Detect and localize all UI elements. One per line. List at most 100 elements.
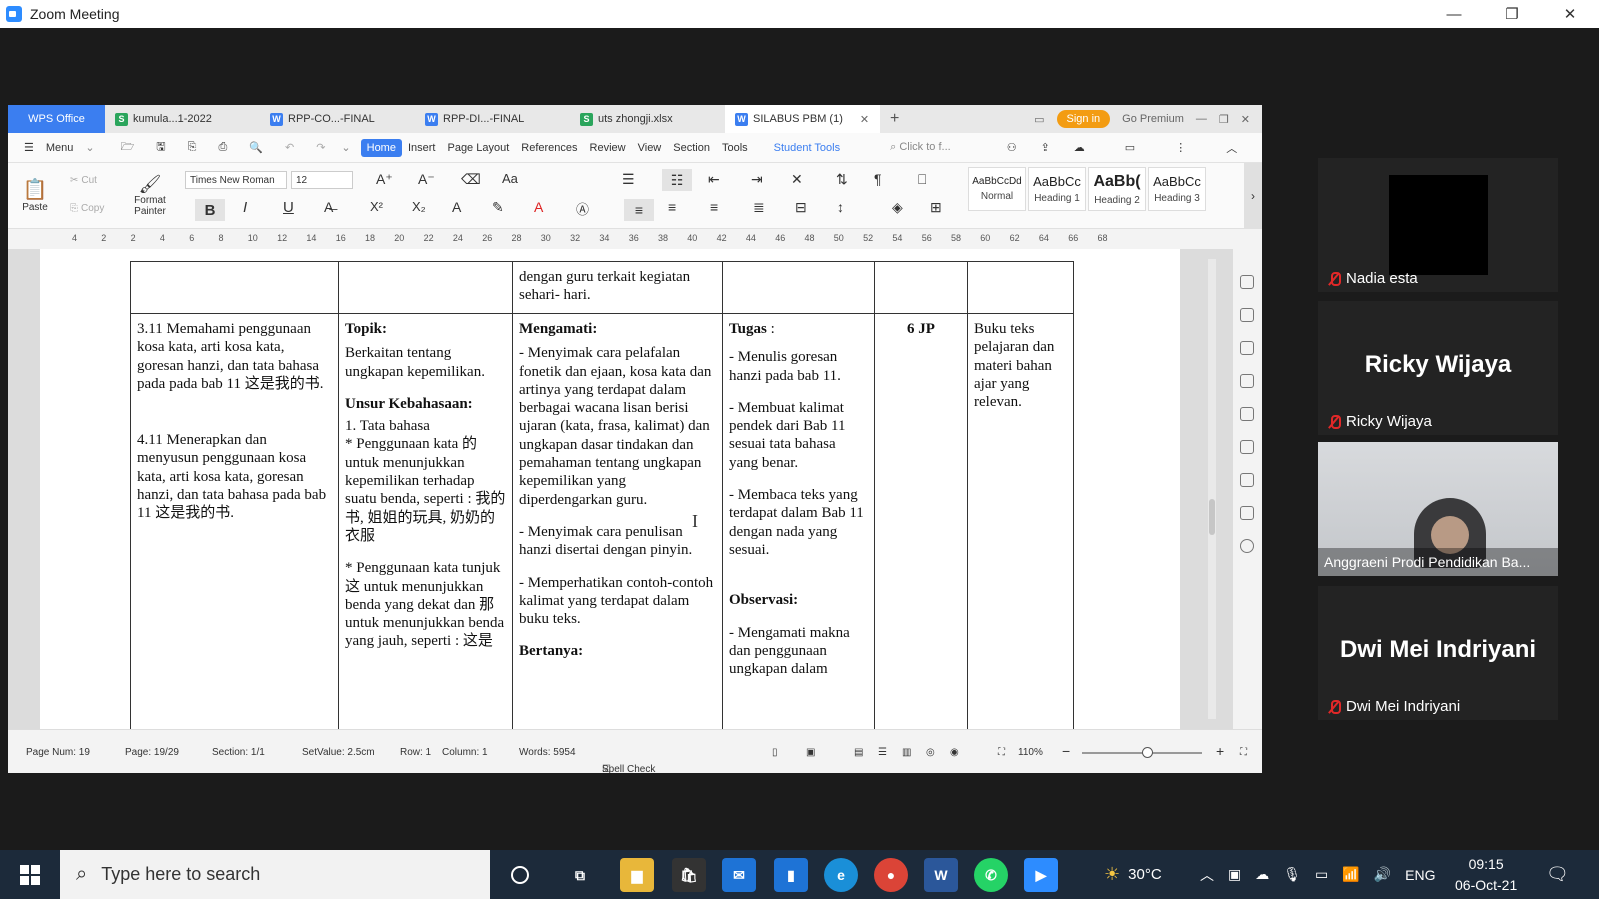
highlight-icon[interactable]: ✎ xyxy=(492,199,504,216)
print-icon[interactable]: ⎙ xyxy=(212,141,233,154)
save-icon[interactable]: 🖫 xyxy=(150,138,171,157)
wps-office-tab[interactable]: WPS Office xyxy=(8,105,105,133)
subscript-button[interactable]: X₂ xyxy=(412,199,426,214)
lock-icon[interactable] xyxy=(1240,341,1254,355)
change-case-icon[interactable]: Aa xyxy=(502,171,518,186)
protect-icon[interactable]: ▣ xyxy=(806,747,815,758)
bullets-icon[interactable]: ☰ xyxy=(622,171,635,188)
list-icon[interactable] xyxy=(1240,506,1254,520)
menu-review[interactable]: Review xyxy=(584,142,632,154)
pen-icon[interactable] xyxy=(1240,275,1254,289)
layout-icon[interactable]: ▭ xyxy=(1034,113,1044,126)
table-cell[interactable] xyxy=(967,261,1074,314)
table-cell[interactable]: 3.11 Memahami penggunaan kosa kata, arti… xyxy=(130,313,339,729)
doc-tab[interactable]: Suts zhongji.xlsx xyxy=(570,105,725,133)
notifications-icon[interactable]: 🗨 xyxy=(1546,850,1569,899)
customize-icon[interactable]: ⌄ xyxy=(335,141,356,154)
table-cell[interactable]: Mengamati: - Menyimak cara pelafalan fon… xyxy=(512,313,723,729)
font-name-select[interactable]: Times New Roman xyxy=(185,171,287,189)
participant-tile[interactable]: Nadia esta xyxy=(1318,158,1558,292)
underline-button[interactable]: U xyxy=(283,199,294,216)
chevron-up-icon[interactable]: ︿ xyxy=(1200,865,1214,885)
grow-font-icon[interactable]: A⁺ xyxy=(376,171,393,188)
clock[interactable]: 09:15 06-Oct-21 xyxy=(1455,850,1517,899)
new-tab-button[interactable]: + xyxy=(880,105,909,133)
close-icon[interactable]: ✕ xyxy=(1241,113,1250,126)
menu-insert[interactable]: Insert xyxy=(402,142,442,154)
menu-references[interactable]: References xyxy=(515,142,583,154)
table-cell[interactable] xyxy=(722,261,875,314)
eye-icon[interactable]: ◉ xyxy=(950,747,959,758)
table-cell[interactable]: dengan guru terkait kegiatan sehari- har… xyxy=(512,261,723,314)
meet-icon[interactable]: ▣ xyxy=(1228,866,1241,883)
participant-tile[interactable]: Dwi Mei Indriyani Dwi Mei Indriyani xyxy=(1318,586,1558,720)
strikethrough-button[interactable]: A̶ xyxy=(324,199,333,215)
table-cell[interactable]: Topik: Berkaitan tentang ungkapan kepemi… xyxy=(338,313,513,729)
vertical-scrollbar[interactable] xyxy=(1208,259,1216,719)
focus-icon[interactable]: ▯ xyxy=(772,747,778,758)
cloud-icon[interactable]: ☁ xyxy=(1068,141,1091,154)
participant-tile[interactable]: Anggraeni Prodi Pendidikan Ba... xyxy=(1318,442,1558,576)
decrease-indent-icon[interactable]: ⇤ xyxy=(708,171,720,188)
restore-icon[interactable]: ❐ xyxy=(1219,113,1229,126)
language-indicator[interactable]: ENG xyxy=(1405,867,1435,883)
page-view-icon[interactable]: ▤ xyxy=(854,747,863,758)
undo-icon[interactable]: ↶ xyxy=(279,141,300,154)
adjust-icon[interactable] xyxy=(1240,440,1254,454)
close-icon[interactable]: ✕ xyxy=(860,113,869,126)
fullscreen-icon[interactable]: ⛶ xyxy=(1240,747,1247,758)
menu-student-tools[interactable]: Student Tools xyxy=(768,142,846,154)
task-view-icon[interactable]: ⧉ xyxy=(563,858,597,892)
microphone-icon[interactable]: 🎙 xyxy=(1283,866,1301,883)
close-button[interactable]: ✕ xyxy=(1541,0,1599,28)
share-icon[interactable]: ⇪ xyxy=(1035,141,1056,154)
char-border-icon[interactable]: Ⓐ xyxy=(576,199,589,218)
menu-tools[interactable]: Tools xyxy=(716,142,754,154)
word-icon[interactable]: W xyxy=(924,858,958,892)
zoom-level[interactable]: 110% xyxy=(1018,747,1043,758)
table-cell[interactable] xyxy=(874,261,968,314)
cortana-icon[interactable] xyxy=(503,858,537,892)
open-icon[interactable]: 🗁 xyxy=(115,138,141,157)
app-icon[interactable]: ▮ xyxy=(774,858,808,892)
print-preview-icon[interactable]: 🔍 xyxy=(243,141,269,154)
align-center-icon[interactable]: ≡ xyxy=(668,199,676,215)
doc-tab[interactable]: W RPP-DI...-FINAL xyxy=(415,105,570,133)
style-heading-2[interactable]: AaBb(Heading 2 xyxy=(1088,167,1146,211)
align-left-icon[interactable]: ≡ xyxy=(624,199,654,221)
menu-icon[interactable]: ☰ xyxy=(18,141,40,154)
shrink-font-icon[interactable]: A⁻ xyxy=(418,171,435,188)
menu-view[interactable]: View xyxy=(632,142,668,154)
superscript-button[interactable]: X² xyxy=(370,199,383,214)
justify-icon[interactable]: ≣ xyxy=(753,199,765,216)
style-heading-3[interactable]: AaBbCc Heading 3 xyxy=(1148,167,1206,211)
style-normal[interactable]: AaBbCcDd Normal xyxy=(968,167,1026,211)
tag-icon[interactable] xyxy=(1240,374,1254,388)
style-heading-1[interactable]: AaBbCc Heading 1 xyxy=(1028,167,1086,211)
minimize-button[interactable]: — xyxy=(1425,0,1483,28)
italic-button[interactable]: I xyxy=(243,199,247,216)
taskbar-search-box[interactable]: ⌕ Type here to search xyxy=(60,850,490,899)
chevron-down-icon[interactable]: ⌄ xyxy=(79,141,100,154)
file-explorer-icon[interactable]: ▆ xyxy=(620,858,654,892)
zoom-taskbar-icon[interactable]: ▶ xyxy=(1024,858,1058,892)
start-button[interactable] xyxy=(0,850,60,899)
sort-icon[interactable]: ⇅ xyxy=(836,171,848,188)
zoom-in-button[interactable]: + xyxy=(1216,743,1224,759)
export-icon[interactable]: ⎘ xyxy=(182,141,203,154)
font-color-button[interactable]: A xyxy=(534,199,543,215)
numbering-icon[interactable]: ☷ xyxy=(662,169,692,191)
line-spacing-icon[interactable]: ↕ xyxy=(837,199,844,215)
borders-icon[interactable]: ⊞ xyxy=(930,199,942,216)
clear-format-icon[interactable]: ⌫ xyxy=(461,171,481,188)
menu-button[interactable]: Menu xyxy=(40,142,80,154)
menu-section[interactable]: Section xyxy=(667,142,716,154)
doc-tab-active[interactable]: W SILABUS PBM (1) ✕ xyxy=(725,105,880,133)
participant-tile[interactable]: Ricky Wijaya Ricky Wijaya xyxy=(1318,301,1558,435)
store-icon[interactable]: 🛍 xyxy=(672,858,706,892)
table-cell[interactable]: Buku teks pelajaran dan materi bahan aja… xyxy=(967,313,1074,729)
mail-icon[interactable]: ✉ xyxy=(722,858,756,892)
web-view-icon[interactable]: ◎ xyxy=(926,747,935,758)
go-premium-button[interactable]: Go Premium xyxy=(1122,113,1184,125)
styles-more-icon[interactable]: › xyxy=(1244,163,1262,229)
